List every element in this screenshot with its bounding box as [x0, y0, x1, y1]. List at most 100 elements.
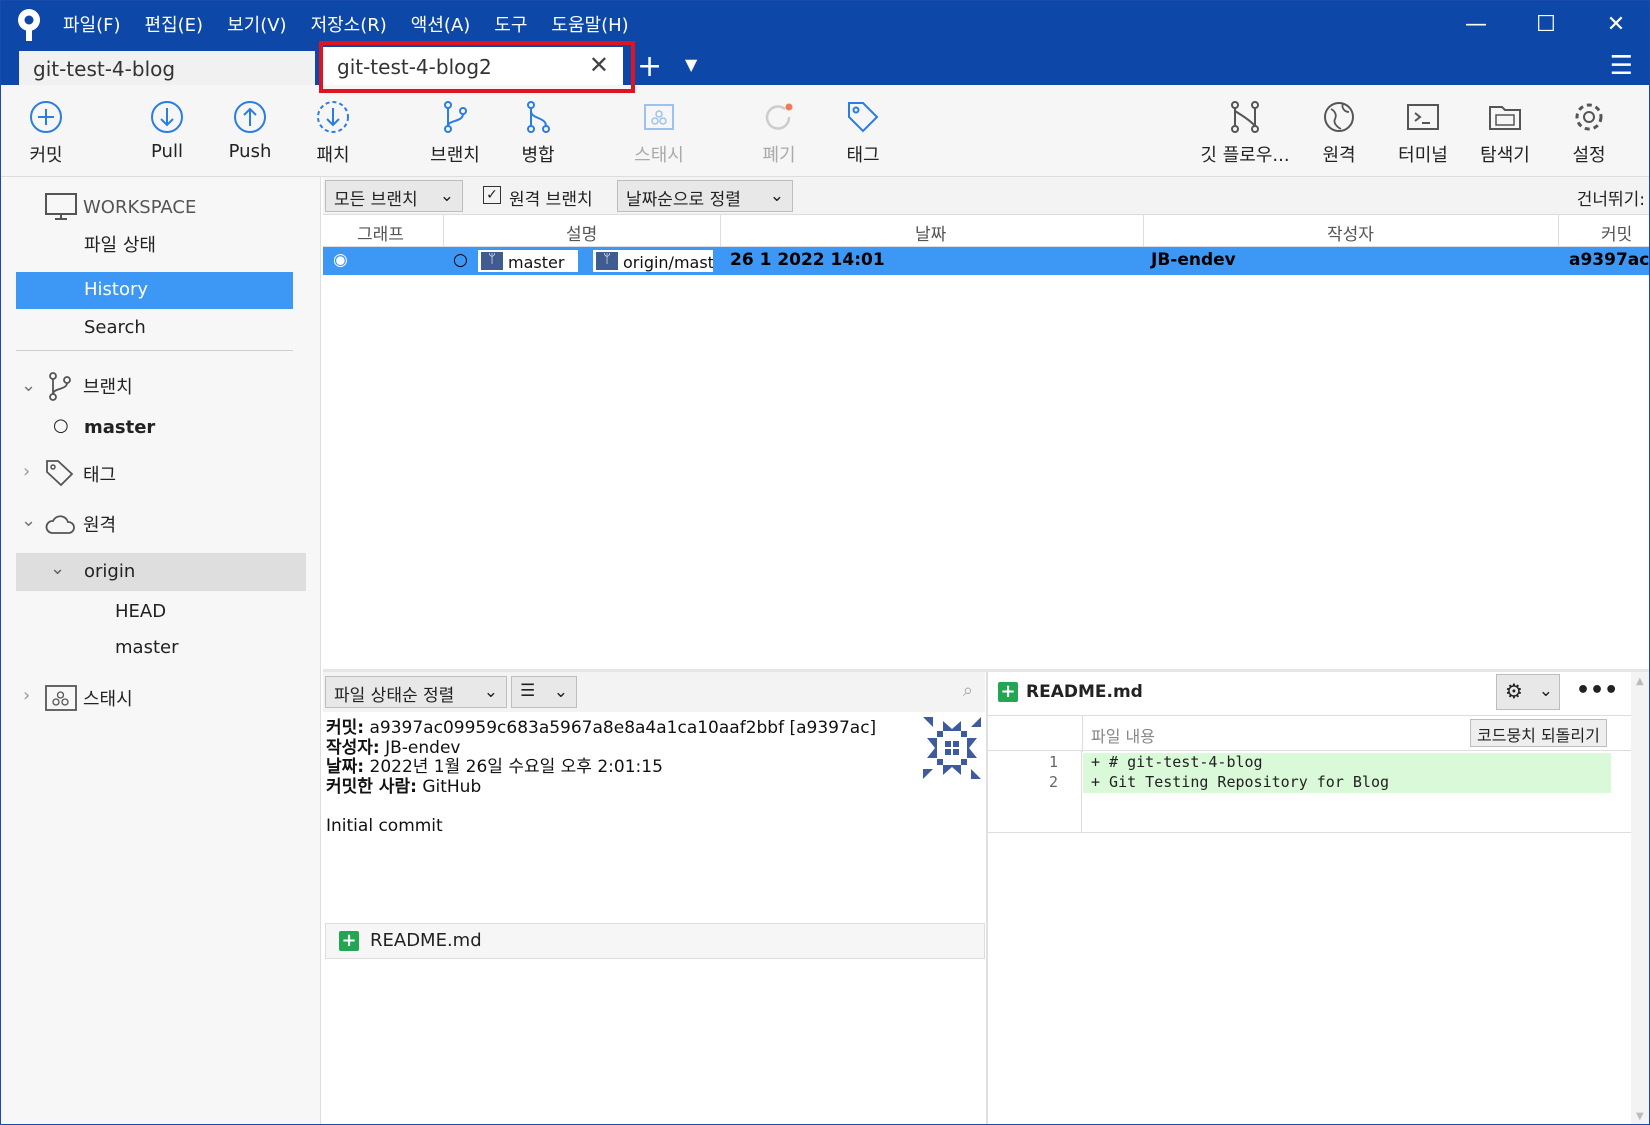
diff-options-dropdown[interactable]: ⚙ ⌄ [1496, 674, 1560, 710]
table-row[interactable]: ◉ ○ ᛘ master ᛘ origin/mast 26 1 2022 14:01… [323, 247, 1649, 275]
sidebar-stashes[interactable]: 스태시 [83, 685, 133, 711]
search-icon[interactable]: ⌕ [963, 680, 973, 701]
view-mode-dropdown[interactable]: ☰ ⌄ [511, 676, 577, 708]
commit-button[interactable]: 커밋 [6, 99, 86, 167]
merge-button[interactable]: 병합 [498, 99, 578, 167]
gear-icon: ⚙ [1505, 679, 1523, 703]
sidebar-item-file-status[interactable]: 파일 상태 [84, 231, 156, 257]
committer-label: 커밋한 사람: [326, 776, 417, 797]
sidebar-branch-master[interactable]: master [84, 417, 155, 438]
col-description[interactable]: 설명 [566, 220, 597, 245]
diff-added-line: + # git-test-4-blog [1083, 753, 1611, 773]
graph-node-icon: ◉ [333, 250, 348, 270]
commit-label: 커밋: [326, 718, 365, 738]
branch-name: master [508, 253, 565, 272]
maximize-button[interactable]: ☐ [1511, 1, 1581, 47]
commit-hash: a9397ac [1569, 250, 1650, 270]
sidebar-item-history[interactable]: History [16, 272, 293, 309]
sidebar-remote-origin[interactable]: ⌄ origin [16, 553, 306, 591]
sidebar-remotes[interactable]: 원격 [83, 511, 116, 537]
scroll-down-icon[interactable]: ▼ [1636, 1111, 1644, 1122]
window-controls: — ☐ ✕ [1441, 1, 1649, 47]
list-item[interactable]: + README.md [325, 923, 985, 959]
line-number: 2 [1048, 773, 1058, 791]
menu-repository[interactable]: 저장소(R) [311, 11, 387, 37]
line-gutter: 1 2 [988, 751, 1082, 833]
pull-button[interactable]: Pull [127, 99, 207, 162]
hamburger-menu-icon[interactable]: ☰ [1610, 51, 1633, 81]
fetch-button[interactable]: 패치 [293, 99, 373, 167]
current-branch-icon: ○ [53, 415, 69, 436]
file-added-icon: + [998, 682, 1018, 702]
push-button[interactable]: Push [210, 99, 290, 162]
close-button[interactable]: ✕ [1581, 1, 1649, 47]
sidebar-branches[interactable]: 브랜치 [83, 373, 133, 399]
tag-button[interactable]: 태그 [823, 99, 903, 167]
commit-details: 커밋: a9397ac09959c683a5967a8e8a4a1ca10aaf… [326, 718, 877, 836]
sidebar-tags[interactable]: 태그 [83, 461, 116, 487]
col-author[interactable]: 작성자 [1327, 220, 1374, 245]
discard-label: 폐기 [762, 145, 796, 166]
menu-help[interactable]: 도움말(H) [551, 11, 628, 37]
tag-icon [46, 460, 74, 487]
pull-icon [151, 101, 183, 133]
merge-label: 병합 [521, 145, 555, 166]
stash-button[interactable]: 스태시 [619, 99, 699, 167]
sidebar-origin-head[interactable]: HEAD [115, 601, 166, 622]
discard-icon [765, 103, 793, 130]
vertical-scrollbar[interactable]: ▲ ▼ [1631, 672, 1649, 1124]
chevron-down-icon[interactable]: ⌄ [21, 375, 36, 396]
menu-edit[interactable]: 편집(E) [145, 11, 204, 37]
revert-hunk-button[interactable]: 코드뭉치 되돌리기 [1470, 719, 1607, 747]
sourcetree-logo-icon [18, 9, 40, 41]
diff-header: + README.md ⚙ ⌄ ••• [988, 672, 1631, 714]
scroll-up-icon[interactable]: ▲ [1636, 676, 1644, 687]
git-flow-button[interactable]: 깃 플로우... [1191, 99, 1299, 167]
diff-file-name: README.md [1026, 682, 1143, 702]
sidebar: WORKSPACE 파일 상태 History Search ⌄ 브랜치 ○ m… [1, 177, 321, 1124]
new-tab-icon[interactable]: + [637, 49, 662, 84]
chevron-down-icon[interactable]: ⌄ [21, 510, 36, 531]
chevron-right-icon[interactable]: › [23, 461, 30, 482]
commit-author: JB-endev [1151, 250, 1236, 270]
tab-repo-1[interactable]: git-test-4-blog [19, 51, 315, 85]
file-sort-dropdown[interactable]: 파일 상태순 정렬 ⌄ [325, 676, 507, 708]
commit-label: 커밋 [29, 145, 63, 166]
branch-label: 브랜치 [430, 145, 480, 166]
discard-button[interactable]: 폐기 [739, 99, 819, 167]
col-commit[interactable]: 커밋 [1601, 220, 1632, 245]
commit-value: a9397ac09959c683a5967a8e8a4a1ca10aaf2bbf… [369, 718, 877, 738]
stash-label: 스태시 [634, 145, 684, 166]
chevron-down-icon[interactable]: ⌄ [50, 558, 65, 579]
file-sort-label: 파일 상태순 정렬 [334, 686, 455, 706]
monitor-icon [45, 193, 77, 220]
chevron-right-icon[interactable]: › [23, 685, 30, 706]
menu-view[interactable]: 보기(V) [227, 11, 286, 37]
col-date[interactable]: 날짜 [915, 220, 946, 245]
pull-label: Pull [151, 141, 183, 162]
terminal-button[interactable]: 터미널 [1383, 99, 1463, 167]
highlight-box [319, 41, 635, 93]
tab-dropdown-icon[interactable]: ▼ [685, 55, 697, 74]
menu-actions[interactable]: 액션(A) [411, 11, 470, 37]
menu-tools[interactable]: 도구 [494, 11, 527, 37]
branch-icon: ᛘ [596, 252, 618, 270]
hunk-label: 파일 내용 [1091, 727, 1155, 746]
sidebar-item-search[interactable]: Search [84, 317, 146, 338]
menu-file[interactable]: 파일(F) [63, 11, 121, 37]
more-options-icon[interactable]: ••• [1576, 678, 1618, 703]
branch-filter-dropdown[interactable]: 모든 브랜치 ⌄ [325, 180, 463, 212]
sort-dropdown[interactable]: 날짜순으로 정렬 ⌄ [617, 180, 793, 212]
remote-button[interactable]: 원격 [1299, 99, 1379, 167]
chevron-down-icon: ⌄ [553, 682, 568, 702]
col-graph[interactable]: 그래프 [357, 220, 404, 245]
branch-button[interactable]: 브랜치 [415, 99, 495, 167]
origin-label: origin [84, 561, 136, 582]
sidebar-origin-master[interactable]: master [115, 637, 178, 658]
explorer-button[interactable]: 탐색기 [1465, 99, 1545, 167]
cloud-icon [45, 515, 75, 534]
commit-message: Initial commit [326, 815, 443, 836]
settings-button[interactable]: 설정 [1549, 99, 1629, 167]
remote-branches-checkbox[interactable]: ✓ [483, 186, 501, 204]
minimize-button[interactable]: — [1441, 1, 1511, 47]
